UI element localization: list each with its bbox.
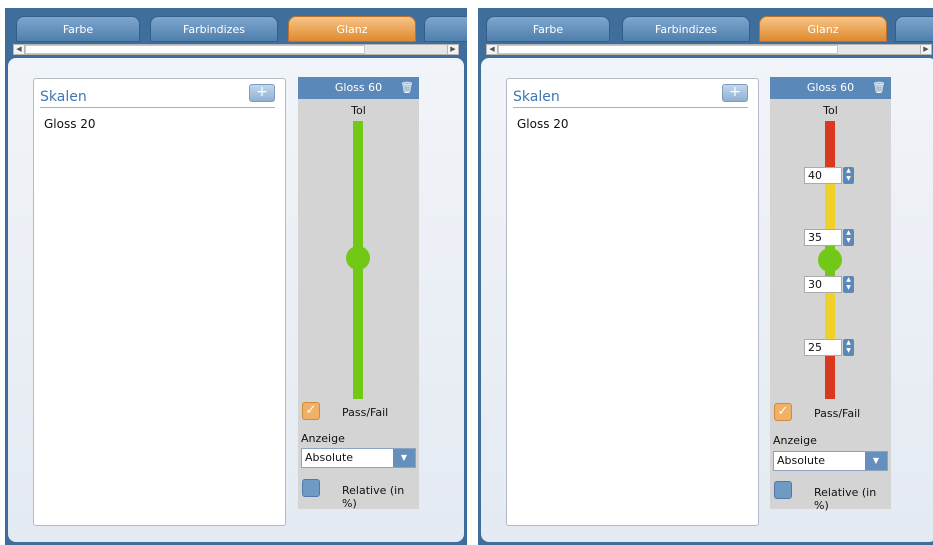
content-area: Skalen + Gloss 20 Gloss 60 🗑 Tol 40 ▲ ▼ 3…	[481, 58, 933, 542]
relative-checkbox[interactable]	[774, 481, 792, 499]
stepper-arrows-icon[interactable]: ▲ ▼	[843, 229, 854, 246]
tolerance-stepper-upper-limit[interactable]: 40 ▲ ▼	[804, 167, 855, 184]
pass-fail-checkbox[interactable]: ✓	[774, 403, 792, 421]
anzeige-label: Anzeige	[773, 434, 817, 447]
right-window: Farbe Farbindizes Glanz ◀ ▶ Skalen + Glo…	[478, 8, 933, 545]
scroll-right-icon[interactable]: ▶	[447, 45, 458, 54]
horizontal-scrollbar[interactable]: ◀ ▶	[13, 44, 459, 55]
checkmark-icon: ✓	[777, 404, 789, 419]
add-scale-button[interactable]: +	[722, 84, 748, 102]
tolerance-knob[interactable]	[346, 246, 370, 270]
stepper-arrows-icon[interactable]: ▲ ▼	[843, 167, 854, 184]
tol-label: Tol	[351, 104, 366, 117]
tab-strip: Farbe Farbindizes Glanz	[5, 16, 467, 42]
scales-panel: Skalen + Gloss 20	[33, 78, 286, 526]
tolerance-input[interactable]: 30	[804, 276, 842, 293]
tab-glanz[interactable]: Glanz	[288, 16, 416, 42]
scales-panel: Skalen + Gloss 20	[506, 78, 759, 526]
horizontal-scrollbar[interactable]: ◀ ▶	[486, 44, 932, 55]
tab-farbe[interactable]: Farbe	[486, 16, 610, 42]
pass-fail-label: Pass/Fail	[814, 407, 861, 420]
tolerance-input[interactable]: 35	[804, 229, 842, 246]
tolerance-stepper-upper-warn[interactable]: 35 ▲ ▼	[804, 229, 855, 246]
relative-label: Relative (in %)	[814, 486, 877, 512]
tab-overflow[interactable]	[424, 16, 467, 42]
tab-glanz[interactable]: Glanz	[759, 16, 887, 42]
tolerance-input[interactable]: 40	[804, 167, 842, 184]
tab-overflow[interactable]	[895, 16, 933, 42]
scales-title: Skalen	[40, 89, 275, 108]
anzeige-selected-value: Absolute	[305, 451, 354, 464]
anzeige-select[interactable]: Absolute ▼	[773, 451, 888, 471]
scale-item-gloss-20[interactable]: Gloss 20	[517, 117, 569, 131]
scale-item-gloss-20[interactable]: Gloss 20	[44, 117, 96, 131]
tab-farbe[interactable]: Farbe	[16, 16, 140, 42]
left-window: Farbe Farbindizes Glanz ◀ ▶ Skalen + Glo…	[5, 8, 467, 545]
checkmark-icon: ✓	[305, 403, 317, 418]
pass-fail-checkbox[interactable]: ✓	[302, 402, 320, 420]
add-scale-button[interactable]: +	[249, 84, 275, 102]
scroll-left-icon[interactable]: ◀	[487, 45, 498, 54]
gloss-panel: Gloss 60 🗑 Tol ✓ Pass/Fail Anzeige Absol…	[298, 77, 419, 510]
anzeige-select[interactable]: Absolute ▼	[301, 448, 416, 468]
scrollbar-thumb[interactable]	[25, 45, 365, 54]
tab-farbindizes[interactable]: Farbindizes	[150, 16, 278, 42]
stepper-arrows-icon[interactable]: ▲ ▼	[843, 276, 854, 293]
trash-icon[interactable]: 🗑	[400, 77, 414, 99]
anzeige-label: Anzeige	[301, 432, 345, 445]
tolerance-stepper-lower-warn[interactable]: 30 ▲ ▼	[804, 276, 855, 293]
scales-title: Skalen	[513, 89, 748, 108]
tolerance-input[interactable]: 25	[804, 339, 842, 356]
relative-label: Relative (in %)	[342, 484, 405, 510]
tab-strip: Farbe Farbindizes Glanz	[478, 16, 933, 42]
scroll-left-icon[interactable]: ◀	[14, 45, 25, 54]
anzeige-selected-value: Absolute	[777, 454, 826, 467]
scrollbar-thumb[interactable]	[498, 45, 838, 54]
tolerance-knob[interactable]	[818, 248, 842, 272]
relative-checkbox[interactable]	[302, 479, 320, 497]
chevron-down-icon[interactable]: ▼	[865, 452, 887, 470]
chevron-down-icon[interactable]: ▼	[393, 449, 415, 467]
gloss-panel: Gloss 60 🗑 Tol 40 ▲ ▼ 35 ▲ ▼ 30 ▲ ▼ 25 ▲…	[770, 77, 891, 512]
tolerance-bar-red-bottom	[825, 351, 835, 399]
tolerance-stepper-lower-limit[interactable]: 25 ▲ ▼	[804, 339, 855, 356]
stepper-arrows-icon[interactable]: ▲ ▼	[843, 339, 854, 356]
pass-fail-label: Pass/Fail	[342, 406, 389, 419]
tol-label: Tol	[823, 104, 838, 117]
scroll-right-icon[interactable]: ▶	[920, 45, 931, 54]
tab-farbindizes[interactable]: Farbindizes	[622, 16, 750, 42]
trash-icon[interactable]: 🗑	[872, 77, 886, 99]
content-area: Skalen + Gloss 20 Gloss 60 🗑 Tol ✓ Pass/…	[8, 58, 464, 542]
